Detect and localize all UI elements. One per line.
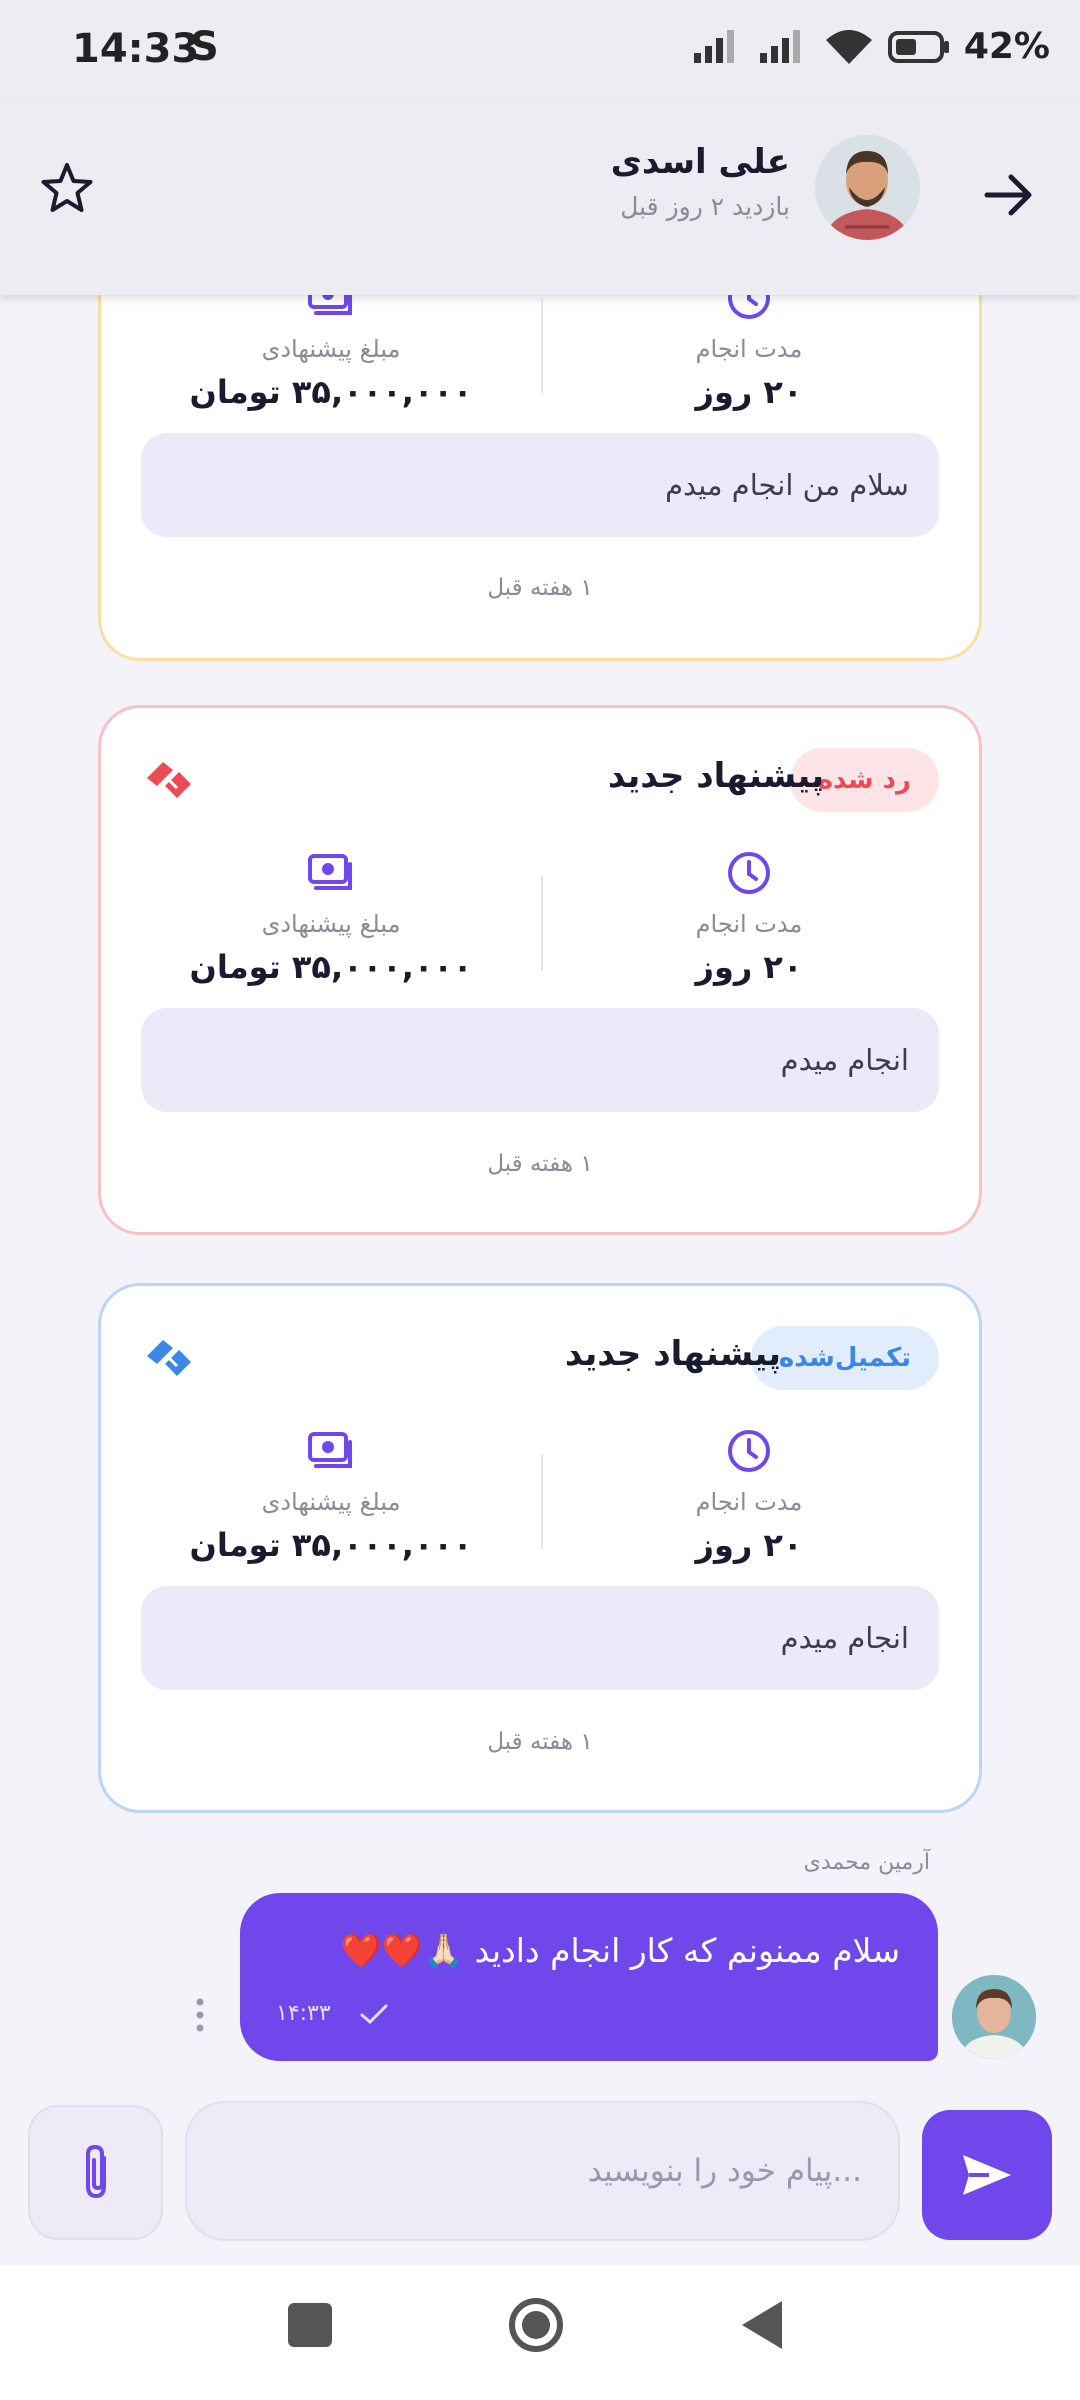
offer-message: انجام میدم — [141, 1008, 939, 1112]
clock-icon — [728, 852, 770, 894]
favorite-button[interactable] — [38, 160, 98, 220]
amount-stat: مبلغ پیشنهادی ۳۵,۰۰۰,۰۰۰ تومان — [141, 295, 521, 411]
recents-button[interactable] — [288, 2303, 332, 2347]
offer-card: مدت انجام ۲۰ روز مبلغ پیشنهادی ۳۵,۰۰۰,۰۰… — [98, 295, 982, 661]
amount-stat: مبلغ پیشنهادی ۳۵,۰۰۰,۰۰۰ تومان — [141, 1426, 521, 1564]
chat-header: علی اسدی بازدید ۲ روز قبل — [0, 100, 1080, 295]
message-input[interactable] — [185, 2101, 900, 2241]
duration-value: ۲۰ روز — [695, 373, 803, 411]
offer-card-completed: تکمیل‌شده پیشنهاد جدید مدت انجام ۲۰ روز … — [98, 1283, 982, 1813]
offer-time: ۱ هفته قبل — [487, 1729, 593, 1755]
clock-icon — [728, 295, 770, 319]
send-icon — [963, 2155, 1011, 2195]
user-name: علی اسدی — [610, 142, 790, 182]
amount-value: ۳۵,۰۰۰,۰۰۰ تومان — [189, 373, 473, 411]
amount-stat: مبلغ پیشنهادی ۳۵,۰۰۰,۰۰۰ تومان — [141, 848, 521, 986]
money-icon — [308, 1432, 352, 1468]
message-text: سلام ممنونم که کار انجام دادید 🙏🏻❤️❤️ — [340, 1931, 900, 1970]
amount-label: مبلغ پیشنهادی — [261, 335, 401, 363]
signal-icon-2 — [759, 29, 800, 63]
offer-time: ۱ هفته قبل — [487, 1151, 593, 1177]
home-button[interactable] — [506, 2295, 566, 2355]
signal-icon — [693, 29, 734, 63]
stat-divider — [541, 298, 543, 393]
paperclip-icon — [85, 2144, 106, 2198]
duration-stat: مدت انجام ۲۰ روز — [559, 848, 939, 986]
sender-avatar[interactable] — [952, 1975, 1036, 2059]
carrier-icon: S — [190, 24, 219, 70]
composer-bar — [0, 2085, 1080, 2265]
money-icon — [308, 854, 352, 890]
check-icon — [360, 2004, 388, 2024]
battery-percent: 42% — [963, 26, 1050, 67]
user-avatar-icon — [815, 135, 920, 240]
offer-message: سلام من انجام میدم — [141, 433, 939, 537]
handshake-icon — [147, 762, 191, 800]
wifi-icon — [825, 29, 872, 64]
sender-name: آرمین محمدی — [803, 1850, 930, 1875]
chat-content[interactable]: مدت انجام ۲۰ روز مبلغ پیشنهادی ۳۵,۰۰۰,۰۰… — [0, 295, 1080, 2085]
attach-button[interactable] — [28, 2105, 163, 2240]
star-icon — [41, 163, 93, 212]
battery-icon — [887, 30, 949, 63]
offer-time: ۱ هفته قبل — [487, 575, 593, 601]
duration-label: مدت انجام — [695, 1488, 803, 1516]
amount-label: مبلغ پیشنهادی — [261, 910, 401, 938]
message-bubble[interactable]: سلام ممنونم که کار انجام دادید 🙏🏻❤️❤️ ۱۴… — [240, 1893, 938, 2061]
stat-divider — [541, 1454, 543, 1549]
send-button[interactable] — [922, 2110, 1052, 2240]
offer-title: پیشنهاد جدید — [564, 1334, 781, 1374]
offer-title: پیشنهاد جدید — [607, 756, 824, 796]
last-seen: بازدید ۲ روز قبل — [620, 192, 790, 221]
system-nav-bar — [0, 2265, 1080, 2400]
user-avatar-icon — [952, 1975, 1036, 2059]
duration-label: مدت انجام — [695, 910, 803, 938]
stat-divider — [541, 876, 543, 971]
handshake-icon — [147, 1340, 191, 1378]
more-vertical-icon — [196, 1998, 204, 2032]
amount-label: مبلغ پیشنهادی — [261, 1488, 401, 1516]
duration-stat: مدت انجام ۲۰ روز — [559, 1426, 939, 1564]
nav-back-button[interactable] — [738, 2297, 786, 2353]
clock-icon — [728, 1430, 770, 1472]
duration-stat: مدت انجام ۲۰ روز — [559, 295, 939, 411]
message-time: ۱۴:۳۳ — [276, 2001, 331, 2026]
status-time: 14:33 — [72, 26, 200, 72]
arrow-right-icon — [984, 174, 1032, 216]
money-icon — [308, 295, 352, 315]
offer-message: انجام میدم — [141, 1586, 939, 1690]
offer-card-rejected: رد شده پیشنهاد جدید مدت انجام ۲۰ روز مبل… — [98, 705, 982, 1235]
duration-value: ۲۰ روز — [695, 948, 803, 986]
duration-label: مدت انجام — [695, 335, 803, 363]
duration-value: ۲۰ روز — [695, 1526, 803, 1564]
status-bar: 14:33 S 42% — [0, 0, 1080, 100]
back-button[interactable] — [974, 160, 1044, 230]
avatar[interactable] — [815, 135, 920, 240]
status-indicators: 42% — [692, 26, 1050, 67]
message-menu-button[interactable] — [190, 1995, 210, 2035]
amount-value: ۳۵,۰۰۰,۰۰۰ تومان — [189, 948, 473, 986]
message-meta: ۱۴:۳۳ — [276, 2001, 389, 2026]
amount-value: ۳۵,۰۰۰,۰۰۰ تومان — [189, 1526, 473, 1564]
